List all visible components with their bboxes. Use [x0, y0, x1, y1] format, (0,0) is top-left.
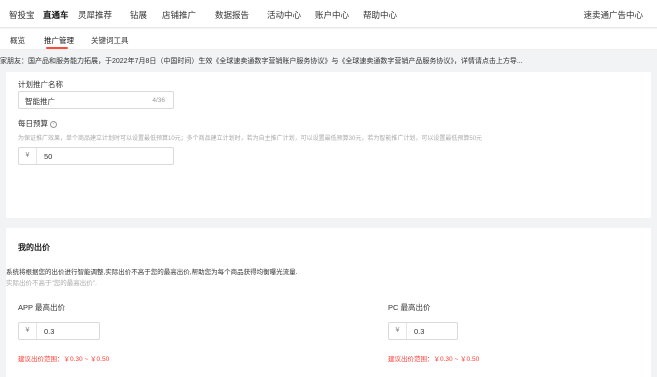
daily-budget-value: 50	[44, 152, 53, 161]
tab-overview[interactable]: 概览	[10, 35, 25, 46]
nav-item-activity-center[interactable]: 活动中心	[267, 9, 301, 21]
bid-description-note: 实际出价不高于"您的最高出价".	[6, 280, 97, 287]
plan-settings-panel: 计划推广名称 智能推广 4/36 每日预算? 为保证推广效果，单个商品建立计划时…	[6, 72, 651, 218]
pc-bid-input[interactable]: ¥ 0.3	[388, 322, 458, 340]
question-circle-icon[interactable]: ?	[50, 120, 57, 128]
bid-description: 系统将根据您的出价进行智能调整,实际出价不高于您的最高出价,帮助您为每个商品获得…	[6, 269, 298, 276]
bid-section-title: 我的出价	[18, 243, 50, 252]
currency-prefix: ¥	[389, 323, 407, 339]
plan-name-char-count: 4/36	[152, 97, 165, 104]
nav-item-data-report[interactable]: 数据报告	[215, 9, 249, 21]
app-bid-value: 0.3	[44, 327, 55, 336]
nav-item-zuanzhan[interactable]: 钻展	[130, 9, 147, 21]
pc-bid-value: 0.3	[414, 327, 425, 336]
app-bid-input[interactable]: ¥ 0.3	[18, 322, 100, 340]
app-bid-label: APP 最高出价	[18, 303, 65, 312]
app-bid-suggestion: 建议出价范围：￥0.30 ~ ￥0.50	[18, 356, 110, 363]
daily-budget-label: 每日预算?	[18, 118, 57, 129]
currency-prefix: ¥	[19, 148, 37, 164]
currency-prefix: ¥	[19, 323, 37, 339]
top-navigation: 智投宝 直通车 灵犀推荐 钻展 店铺推广 数据报告 活动中心 账户中心 帮助中心…	[0, 0, 657, 28]
plan-name-input[interactable]: 智能推广 4/36	[18, 91, 174, 109]
bid-settings-panel: 我的出价 系统将根据您的出价进行智能调整,实际出价不高于您的最高出价,帮助您为每…	[6, 228, 651, 377]
nav-item-lingxi[interactable]: 灵犀推荐	[78, 9, 112, 21]
budget-hint: 为保证推广效果，单个商品建立计划时可以设置最低预算10元；多个商品建立计划时，若…	[18, 136, 483, 142]
ad-center-link[interactable]: 速卖通广告中心	[583, 9, 643, 21]
active-tab-indicator	[46, 47, 68, 49]
pc-bid-suggestion: 建议出价范围：￥0.30 ~ ￥0.50	[388, 356, 480, 363]
pc-bid-label: PC 最高出价	[388, 303, 431, 312]
tab-keyword-tool[interactable]: 关键词工具	[91, 35, 129, 46]
sub-navigation: 概览 推广管理 关键词工具	[0, 29, 657, 50]
nav-item-help-center[interactable]: 帮助中心	[363, 9, 397, 21]
nav-item-account-center[interactable]: 账户中心	[315, 9, 349, 21]
nav-item-zhitoubao[interactable]: 智投宝	[9, 9, 35, 21]
nav-item-zhitongche[interactable]: 直通车	[43, 9, 69, 21]
plan-name-label: 计划推广名称	[18, 80, 63, 89]
nav-item-store-promotion[interactable]: 店铺推广	[162, 9, 196, 21]
daily-budget-input[interactable]: ¥ 50	[18, 147, 174, 165]
notice-banner: 家朋友：国产品和服务能力拓展，于2022年7月8日（中国时间）生效《全球速卖通数…	[0, 58, 523, 65]
plan-name-value: 智能推广	[25, 97, 55, 106]
tab-promotion-management[interactable]: 推广管理	[44, 35, 74, 46]
